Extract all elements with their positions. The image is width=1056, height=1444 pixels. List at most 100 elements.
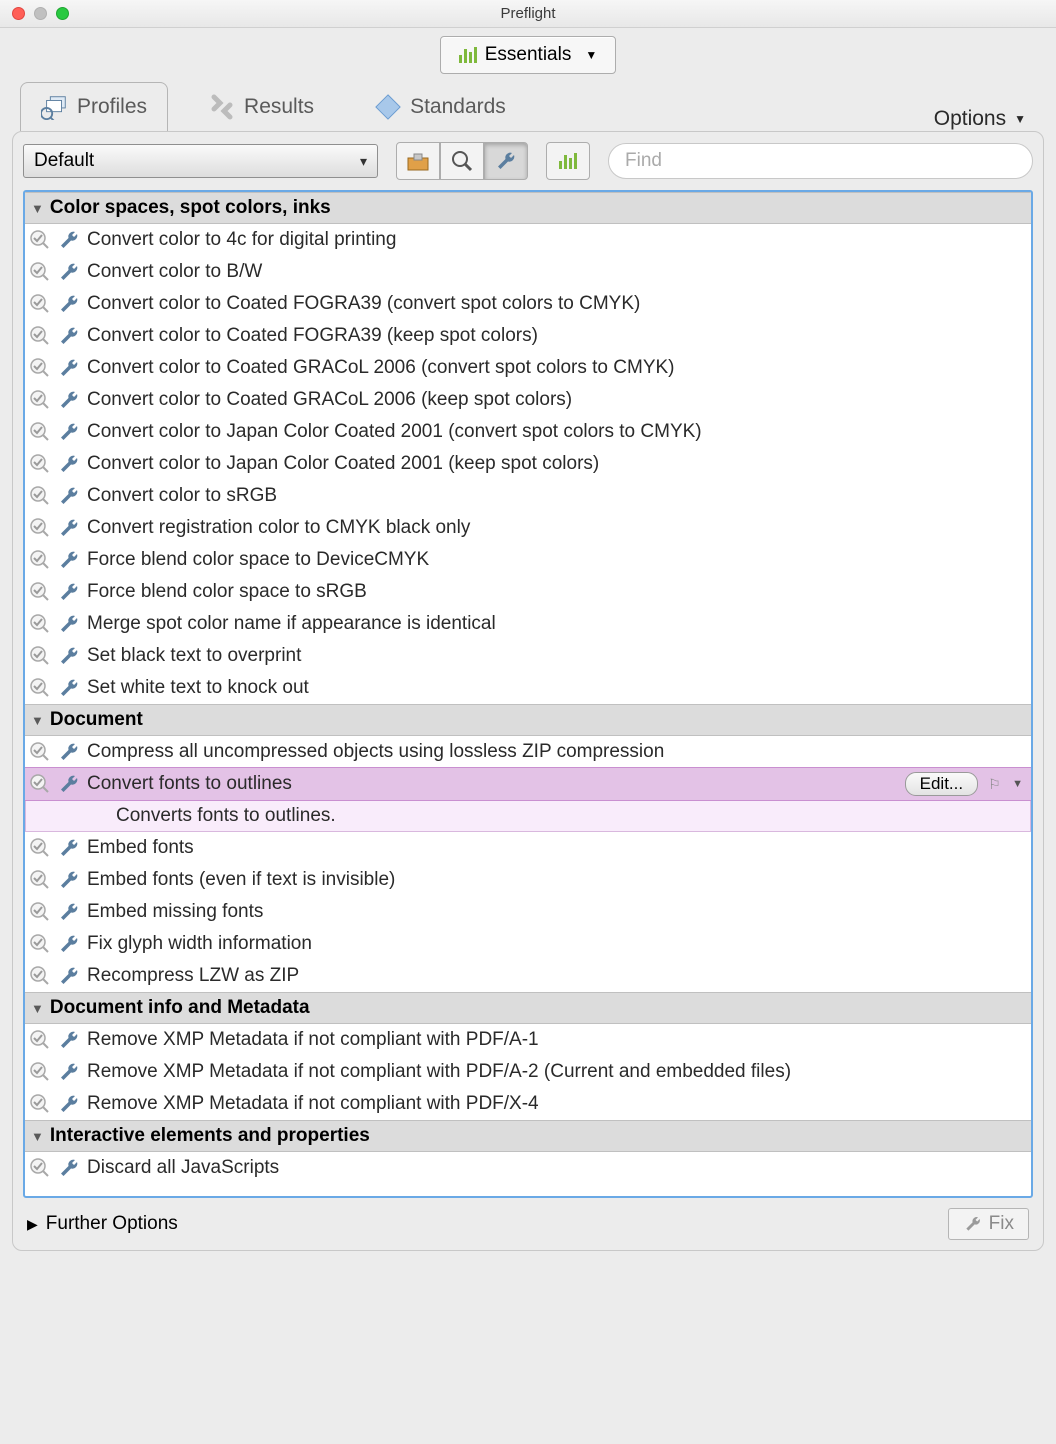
check-magnifier-icon xyxy=(29,965,51,987)
list-item[interactable]: Convert color to Coated GRACoL 2006 (con… xyxy=(25,352,1031,384)
bars-icon xyxy=(459,47,477,63)
list-item[interactable]: Convert registration color to CMYK black… xyxy=(25,512,1031,544)
list-item-label: Remove XMP Metadata if not compliant wit… xyxy=(87,1061,1027,1083)
list-item[interactable]: Convert fonts to outlinesEdit...⚐▼ xyxy=(25,768,1031,800)
profiles-icon xyxy=(41,93,69,121)
tab-results[interactable]: Results xyxy=(188,83,334,131)
flag-icon[interactable]: ⚐ xyxy=(988,776,1006,793)
list-item-label: Convert color to Coated FOGRA39 (keep sp… xyxy=(87,325,1027,347)
list-item[interactable]: Convert color to B/W xyxy=(25,256,1031,288)
results-icon xyxy=(208,93,236,121)
wrench-icon xyxy=(57,740,81,764)
wrench-icon xyxy=(57,772,81,796)
standards-icon xyxy=(374,93,402,121)
list-item[interactable]: Recompress LZW as ZIP xyxy=(25,960,1031,992)
check-magnifier-icon xyxy=(29,1061,51,1083)
group-title: Document xyxy=(50,709,143,731)
group-header[interactable]: ▼ Document xyxy=(25,704,1031,736)
triangle-down-icon: ▼ xyxy=(31,1129,44,1144)
options-label: Options xyxy=(934,107,1006,131)
list-item-label: Discard all JavaScripts xyxy=(87,1157,1027,1179)
search-input[interactable] xyxy=(608,143,1033,179)
wrench-icon xyxy=(963,1214,983,1234)
check-magnifier-icon xyxy=(29,453,51,475)
bars-filter-button[interactable] xyxy=(546,142,590,180)
wrench-icon xyxy=(57,228,81,252)
list-item[interactable]: Merge spot color name if appearance is i… xyxy=(25,608,1031,640)
check-magnifier-icon xyxy=(29,837,51,859)
triangle-down-icon: ▼ xyxy=(31,1001,44,1016)
list-item[interactable]: Remove XMP Metadata if not compliant wit… xyxy=(25,1056,1031,1088)
list-item-label: Embed missing fonts xyxy=(87,901,1027,923)
profile-set-dropdown[interactable]: Default xyxy=(23,144,378,178)
wrench-icon xyxy=(57,612,81,636)
toolbox-button[interactable] xyxy=(396,142,440,180)
tab-standards[interactable]: Standards xyxy=(354,83,526,131)
list-item-label: Set white text to knock out xyxy=(87,677,1027,699)
check-magnifier-icon xyxy=(29,933,51,955)
list-item[interactable]: Discard all JavaScripts xyxy=(25,1152,1031,1184)
list-item[interactable]: Compress all uncompressed objects using … xyxy=(25,736,1031,768)
group-header[interactable]: ▼Interactive elements and properties xyxy=(25,1120,1031,1152)
toolbar: Default xyxy=(23,142,1033,180)
magnifier-button[interactable] xyxy=(440,142,484,180)
tab-profiles-label: Profiles xyxy=(77,95,147,119)
group-header[interactable]: ▼Color spaces, spot colors, inks xyxy=(25,192,1031,224)
further-options-toggle[interactable]: ▶ Further Options xyxy=(27,1213,178,1235)
essentials-dropdown[interactable]: Essentials ▼ xyxy=(440,36,617,74)
list-item[interactable]: Convert color to Coated GRACoL 2006 (kee… xyxy=(25,384,1031,416)
main-panel: Default ▼Color spaces, spot colors, inks xyxy=(12,131,1044,1251)
fixups-list[interactable]: ▼Color spaces, spot colors, inksConvert … xyxy=(25,192,1031,1196)
essentials-label: Essentials xyxy=(485,44,572,66)
wrench-icon xyxy=(57,1060,81,1084)
wrench-icon xyxy=(57,1028,81,1052)
list-item[interactable]: Convert color to sRGB xyxy=(25,480,1031,512)
check-magnifier-icon xyxy=(29,1093,51,1115)
edit-button[interactable]: Edit... xyxy=(905,772,978,796)
list-item-label: Recompress LZW as ZIP xyxy=(87,965,1027,987)
essentials-bar: Essentials ▼ xyxy=(0,28,1056,74)
list-item[interactable]: Convert color to Coated FOGRA39 (convert… xyxy=(25,288,1031,320)
list-item[interactable]: Convert color to Coated FOGRA39 (keep sp… xyxy=(25,320,1031,352)
list-item[interactable]: Force blend color space to sRGB xyxy=(25,576,1031,608)
list-item-label: Merge spot color name if appearance is i… xyxy=(87,613,1027,635)
list-item[interactable]: Set white text to knock out xyxy=(25,672,1031,704)
triangle-down-icon: ▼ xyxy=(31,201,44,216)
chevron-down-icon[interactable]: ▼ xyxy=(1012,778,1023,790)
wrench-icon xyxy=(57,676,81,700)
triangle-down-icon: ▼ xyxy=(31,713,44,728)
check-magnifier-icon xyxy=(29,549,51,571)
list-item[interactable]: Embed fonts xyxy=(25,832,1031,864)
list-item-label: Convert color to Coated GRACoL 2006 (kee… xyxy=(87,389,1027,411)
options-menu[interactable]: Options ▼ xyxy=(934,107,1036,131)
list-item[interactable]: Embed missing fonts xyxy=(25,896,1031,928)
list-item[interactable]: Convert color to Japan Color Coated 2001… xyxy=(25,448,1031,480)
list-item[interactable]: Convert color to 4c for digital printing xyxy=(25,224,1031,256)
tab-profiles[interactable]: Profiles xyxy=(20,82,168,131)
list-item[interactable]: Fix glyph width information xyxy=(25,928,1031,960)
list-item-label: Embed fonts (even if text is invisible) xyxy=(87,869,1027,891)
titlebar: Preflight xyxy=(0,0,1056,28)
wrench-icon xyxy=(57,1092,81,1116)
chevron-down-icon: ▼ xyxy=(585,48,597,62)
fix-button[interactable]: Fix xyxy=(948,1208,1029,1240)
list-item[interactable]: Embed fonts (even if text is invisible) xyxy=(25,864,1031,896)
bottom-bar: ▶ Further Options Fix xyxy=(23,1198,1033,1240)
fix-button-label: Fix xyxy=(989,1213,1014,1235)
list-item[interactable]: Remove XMP Metadata if not compliant wit… xyxy=(25,1088,1031,1120)
list-item-label: Fix glyph width information xyxy=(87,933,1027,955)
wrench-button[interactable] xyxy=(484,142,528,180)
list-item[interactable]: Set black text to overprint xyxy=(25,640,1031,672)
list-item-label: Convert color to sRGB xyxy=(87,485,1027,507)
check-magnifier-icon xyxy=(29,869,51,891)
list-item[interactable]: Force blend color space to DeviceCMYK xyxy=(25,544,1031,576)
group-header[interactable]: ▼ Document info and Metadata xyxy=(25,992,1031,1024)
action-filter-group xyxy=(396,142,528,180)
check-magnifier-icon xyxy=(29,357,51,379)
list-item[interactable]: Remove XMP Metadata if not compliant wit… xyxy=(25,1024,1031,1056)
group-title: Document info and Metadata xyxy=(50,997,310,1019)
check-magnifier-icon xyxy=(29,229,51,251)
check-magnifier-icon xyxy=(29,485,51,507)
list-item-label: Convert color to Coated GRACoL 2006 (con… xyxy=(87,357,1027,379)
list-item[interactable]: Convert color to Japan Color Coated 2001… xyxy=(25,416,1031,448)
